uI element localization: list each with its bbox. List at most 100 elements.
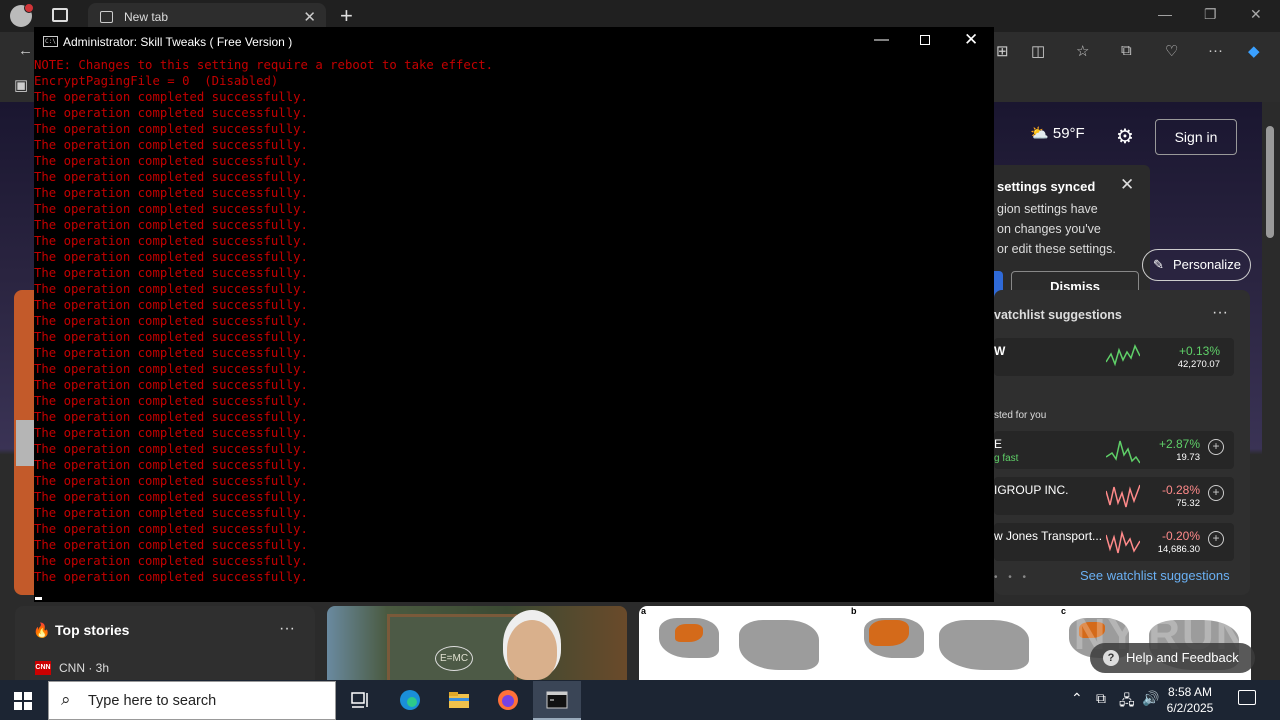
more-options-icon[interactable]: ··· bbox=[1208, 42, 1223, 59]
console-line: The operation completed successfully. bbox=[34, 570, 308, 584]
console-line: The operation completed successfully. bbox=[34, 410, 308, 424]
tab-actions-icon[interactable] bbox=[52, 8, 68, 22]
watchlist-title: vatchlist suggestions bbox=[994, 308, 1122, 322]
stock-row[interactable]: W +0.13% 42,270.07 bbox=[994, 338, 1234, 376]
add-stock-icon[interactable]: + bbox=[1208, 485, 1224, 501]
tab-close-icon[interactable]: ✕ bbox=[303, 8, 316, 26]
console-line: The operation completed successfully. bbox=[34, 362, 308, 376]
tray-device-icon[interactable]: ⧉ bbox=[1096, 690, 1106, 707]
minimize-icon[interactable]: — bbox=[874, 31, 889, 48]
console-line: The operation completed successfully. bbox=[34, 138, 308, 152]
browser-restore-icon[interactable]: ❐ bbox=[1204, 6, 1217, 23]
copilot-icon[interactable]: ◆ bbox=[1248, 42, 1260, 60]
sign-in-button[interactable]: Sign in bbox=[1155, 119, 1237, 155]
favorites-icon[interactable]: ☆ bbox=[1076, 42, 1089, 60]
help-feedback-button[interactable]: ? Help and Feedback bbox=[1090, 643, 1255, 673]
add-stock-icon[interactable]: + bbox=[1208, 439, 1224, 455]
tray-overflow-icon[interactable]: ⌃ bbox=[1071, 690, 1083, 707]
einstein-figure bbox=[507, 620, 557, 680]
scrollbar-thumb[interactable] bbox=[1266, 126, 1274, 238]
watchlist-more-icon[interactable]: ··· bbox=[1212, 304, 1228, 322]
new-tab-button[interactable]: + bbox=[340, 3, 353, 29]
stock-subtitle: g fast bbox=[994, 453, 1019, 464]
split-screen-icon[interactable]: ◫ bbox=[1031, 42, 1045, 60]
taskbar-clock[interactable]: 8:58 AM 6/2/2025 bbox=[1160, 684, 1220, 716]
carousel-dots[interactable]: • • • bbox=[994, 572, 1030, 583]
console-line: The operation completed successfully. bbox=[34, 218, 308, 232]
map-label: a bbox=[641, 606, 647, 616]
edge-icon bbox=[400, 690, 420, 710]
clock-time: 8:58 AM bbox=[1167, 685, 1213, 699]
console-icon: C:\ bbox=[43, 36, 58, 47]
browser-close-icon[interactable]: ✕ bbox=[1250, 6, 1262, 23]
stock-row[interactable]: w Jones Transport... -0.20% 14,686.30 + bbox=[994, 523, 1234, 561]
clock-date: 6/2/2025 bbox=[1166, 701, 1214, 715]
stock-row[interactable]: IGROUP INC. -0.28% 75.32 + bbox=[994, 477, 1234, 515]
extensions-icon[interactable]: ⊞ bbox=[996, 42, 1009, 60]
search-placeholder: Type here to search bbox=[88, 693, 217, 709]
taskbar-file-explorer[interactable] bbox=[435, 681, 483, 720]
console-line: The operation completed successfully. bbox=[34, 314, 308, 328]
popup-close-icon[interactable]: ✕ bbox=[1120, 175, 1134, 195]
browser-minimize-icon[interactable]: — bbox=[1158, 6, 1172, 22]
popup-title: settings synced bbox=[997, 179, 1096, 194]
weather-widget[interactable]: ⛅ 59°F bbox=[1030, 124, 1085, 142]
tab-title: New tab bbox=[124, 10, 169, 24]
stock-value: 75.32 bbox=[1176, 498, 1200, 509]
help-icon: ? bbox=[1103, 650, 1119, 666]
stock-row[interactable]: E g fast +2.87% 19.73 + bbox=[994, 431, 1234, 469]
console-icon bbox=[546, 691, 568, 709]
stock-change: +0.13% bbox=[1178, 344, 1220, 358]
equation-text: E=MC bbox=[435, 646, 474, 671]
top-stories-card[interactable]: 🔥 Top stories ··· CNN CNN · 3h bbox=[15, 606, 315, 680]
popup-text-line: on changes you've bbox=[997, 222, 1101, 236]
maximize-icon[interactable] bbox=[920, 35, 930, 45]
windows-start-icon[interactable] bbox=[14, 692, 32, 710]
console-line: The operation completed successfully. bbox=[34, 394, 308, 408]
stock-value: 14,686.30 bbox=[1157, 544, 1200, 555]
back-icon[interactable]: ← bbox=[18, 42, 33, 59]
task-view-icon bbox=[351, 692, 368, 708]
carousel-prev-button[interactable] bbox=[16, 420, 34, 466]
console-line: The operation completed successfully. bbox=[34, 554, 308, 568]
console-line: The operation completed successfully. bbox=[34, 266, 308, 280]
folder-icon bbox=[449, 692, 469, 708]
collections-icon[interactable]: ⧉ bbox=[1121, 42, 1132, 59]
stock-sparkline bbox=[1106, 484, 1140, 508]
top-stories-title: Top stories bbox=[55, 622, 130, 638]
taskbar-console[interactable] bbox=[533, 681, 581, 720]
network-icon[interactable]: 🖧 bbox=[1119, 690, 1135, 714]
stock-name: W bbox=[994, 344, 1006, 358]
see-watchlist-link[interactable]: See watchlist suggestions bbox=[1080, 568, 1230, 583]
console-window[interactable]: C:\ Administrator: Skill Tweaks ( Free V… bbox=[34, 27, 994, 602]
add-stock-icon[interactable]: + bbox=[1208, 531, 1224, 547]
taskbar-search-box[interactable]: ⌕ Type here to search bbox=[48, 681, 336, 720]
console-output[interactable]: NOTE: Changes to this setting require a … bbox=[34, 57, 994, 602]
notification-center-icon[interactable] bbox=[1238, 690, 1256, 705]
einstein-story-image[interactable]: E=MC bbox=[327, 606, 627, 680]
popup-text-line: or edit these settings. bbox=[997, 242, 1116, 256]
console-line: The operation completed successfully. bbox=[34, 346, 308, 360]
favorites-folder-icon[interactable]: ▣ bbox=[14, 76, 28, 94]
map-landmass bbox=[939, 620, 1029, 670]
stock-change: -0.20% bbox=[1161, 529, 1200, 543]
console-title-bar[interactable]: C:\ Administrator: Skill Tweaks ( Free V… bbox=[34, 27, 994, 56]
close-icon[interactable]: ✕ bbox=[964, 30, 978, 50]
map-label: b bbox=[851, 606, 857, 616]
taskbar-firefox[interactable] bbox=[484, 681, 532, 720]
weather-icon: ⛅ bbox=[1030, 125, 1049, 142]
console-line: The operation completed successfully. bbox=[34, 474, 308, 488]
taskbar-edge[interactable] bbox=[386, 681, 434, 720]
gear-icon[interactable]: ⚙ bbox=[1116, 124, 1134, 149]
profile-avatar[interactable] bbox=[10, 3, 34, 27]
stock-name: w Jones Transport... bbox=[994, 529, 1103, 543]
search-icon: ⌕ bbox=[61, 690, 71, 709]
top-stories-more-icon[interactable]: ··· bbox=[279, 620, 295, 638]
task-view-button[interactable] bbox=[336, 681, 384, 720]
volume-icon[interactable]: 🔊 bbox=[1142, 690, 1159, 707]
personalize-button[interactable]: ✎ Personalize bbox=[1142, 249, 1251, 281]
console-line: EncryptPagingFile = 0 (Disabled) bbox=[34, 74, 279, 88]
console-line: NOTE: Changes to this setting require a … bbox=[34, 58, 494, 72]
console-line: The operation completed successfully. bbox=[34, 378, 308, 392]
performance-icon[interactable]: ♡ bbox=[1165, 42, 1178, 60]
